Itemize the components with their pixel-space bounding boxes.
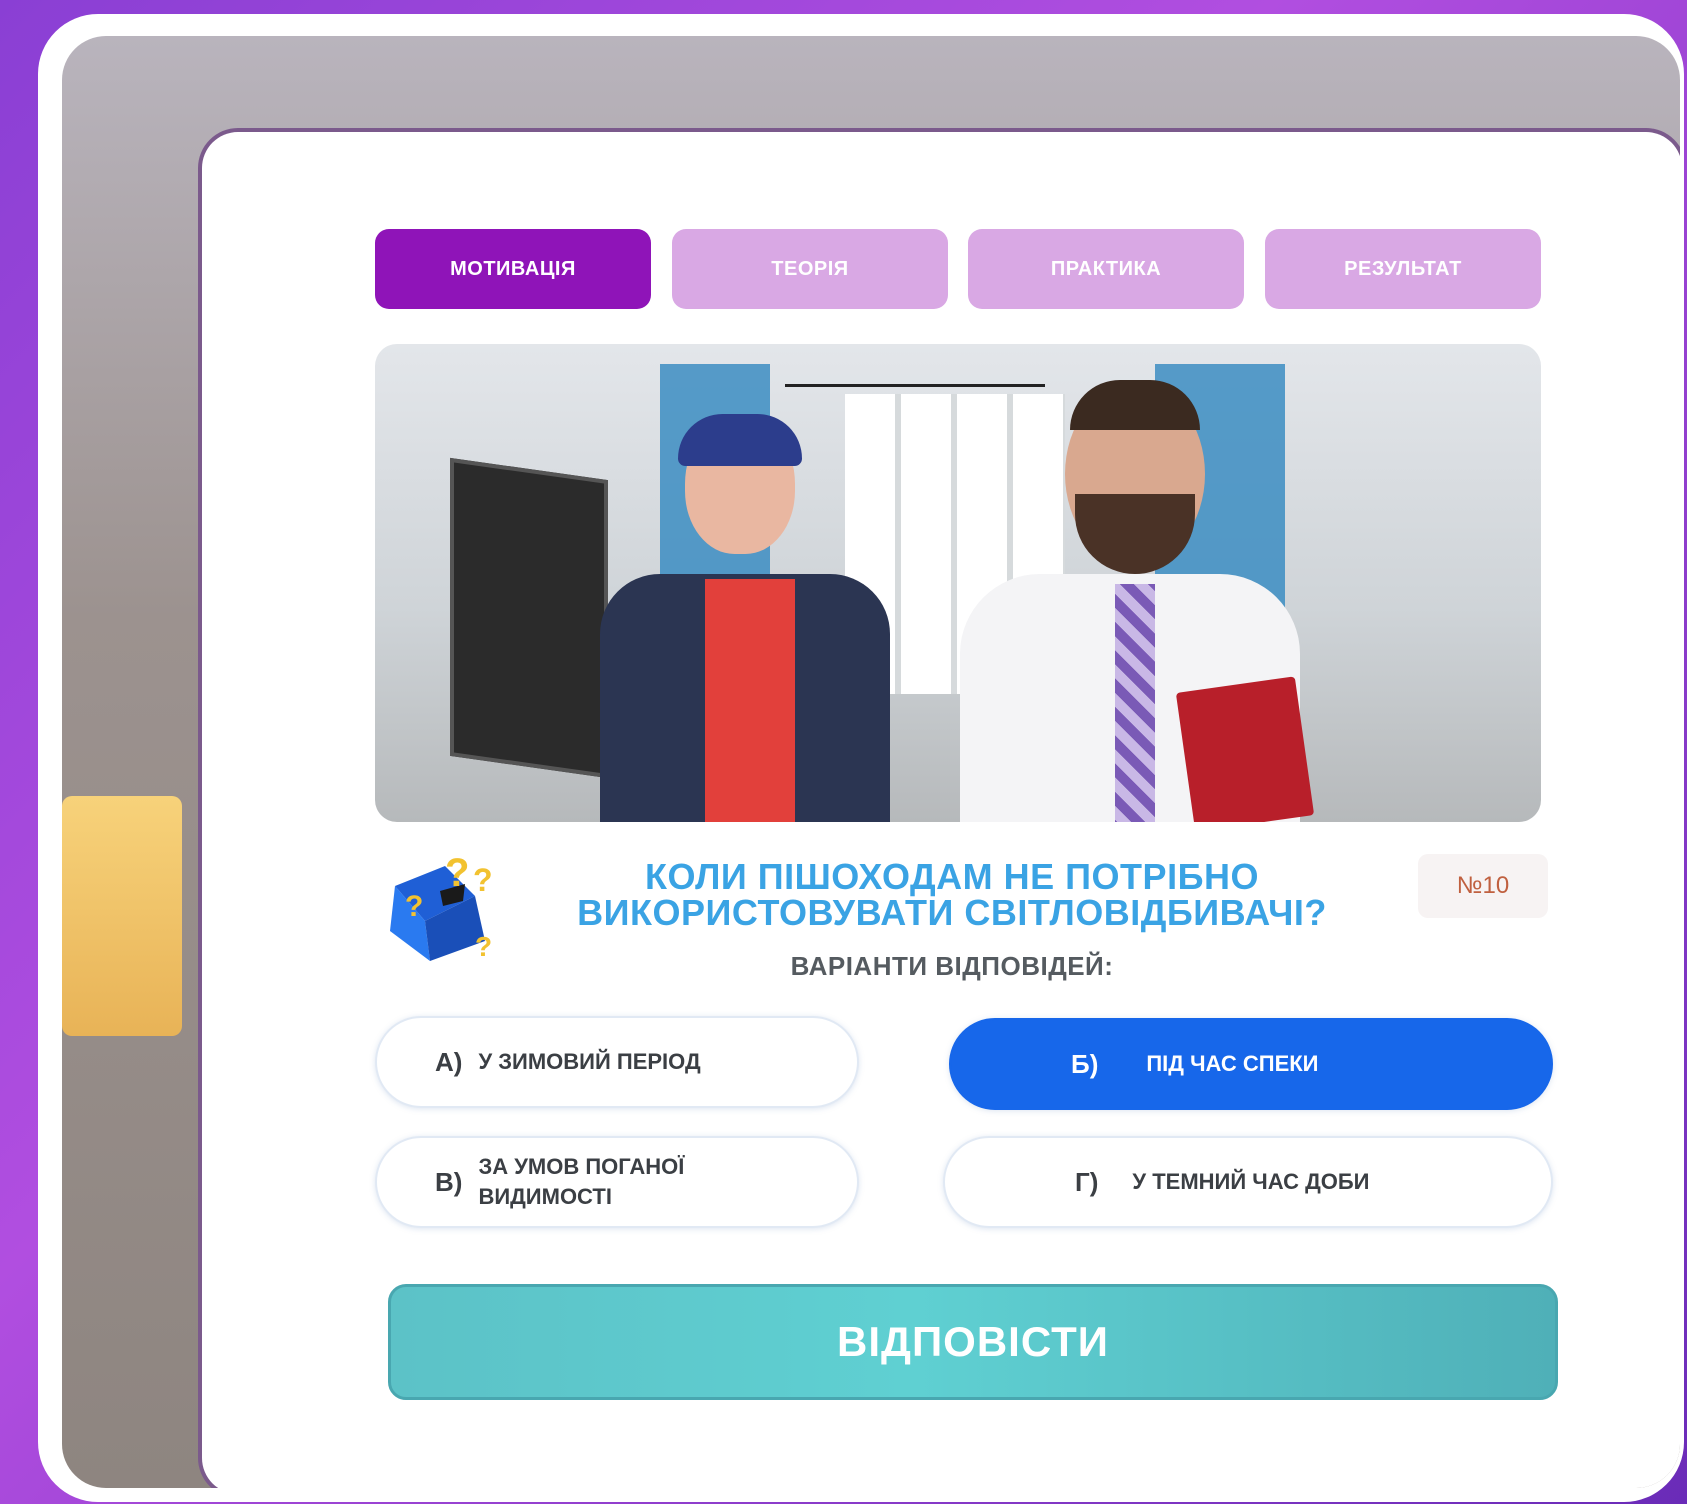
option-letter: Г) [1075,1166,1099,1197]
question-number-badge: №10 [1418,854,1548,918]
video-tv [450,457,608,779]
video-player[interactable] [375,344,1541,822]
option-text: ПІД ЧАС СПЕКИ [1146,1051,1319,1076]
tab-result[interactable]: РЕЗУЛЬТАТ [1265,229,1541,309]
video-chandelier [785,344,1045,387]
svg-text:?: ? [445,851,469,895]
option-text: ЗА УМОВ ПОГАНОЇ ВИДИМОСТІ [478,1152,684,1212]
option-letter: Б) [1071,1048,1099,1079]
background-scene: МОТИВАЦІЯ ТЕОРІЯ ПРАКТИКА РЕЗУЛЬТАТ ? ? … [62,36,1680,1488]
svg-text:?: ? [475,931,492,962]
option-text-line-2: ВИДИМОСТІ [478,1184,612,1209]
lesson-card: МОТИВАЦІЯ ТЕОРІЯ ПРАКТИКА РЕЗУЛЬТАТ ? ? … [202,132,1680,1488]
svg-text:?: ? [405,890,423,923]
submit-answer-button[interactable]: ВІДПОВІСТИ [388,1284,1558,1400]
video-person-left [590,414,890,822]
lesson-tabs: МОТИВАЦІЯ ТЕОРІЯ ПРАКТИКА РЕЗУЛЬТАТ [375,229,1541,309]
question-title: КОЛИ ПІШОХОДАМ НЕ ПОТРІБНО ВИКОРИСТОВУВА… [532,859,1372,931]
svg-text:?: ? [473,862,493,898]
option-text-line-1: ЗА УМОВ ПОГАНОЇ [478,1154,685,1179]
answer-option-g[interactable]: Г) У ТЕМНИЙ ЧАС ДОБИ [943,1136,1553,1228]
option-text: У ТЕМНИЙ ЧАС ДОБИ [1132,1169,1370,1194]
answer-variants-label: ВАРІАНТИ ВІДПОВІДЕЙ: [790,951,1114,981]
option-letter: В) [435,1166,463,1197]
video-person-right [960,380,1315,822]
question-line-2: ВИКОРИСТОВУВАТИ СВІТЛОВІДБИВАЧІ? [577,892,1327,933]
background-left-decor [62,796,182,1036]
option-letter: А) [435,1046,463,1077]
answer-option-a[interactable]: А) У ЗИМОВИЙ ПЕРІОД [375,1016,859,1108]
mystery-box-icon: ? ? ? ? [385,846,515,964]
answer-option-b[interactable]: Б) ПІД ЧАС СПЕКИ [949,1018,1553,1110]
answer-option-v[interactable]: В) ЗА УМОВ ПОГАНОЇ ВИДИМОСТІ [375,1136,859,1228]
tab-theory[interactable]: ТЕОРІЯ [672,229,948,309]
option-text: У ЗИМОВИЙ ПЕРІОД [478,1049,701,1074]
question-line-1: КОЛИ ПІШОХОДАМ НЕ ПОТРІБНО [645,856,1259,897]
tab-practice[interactable]: ПРАКТИКА [968,229,1244,309]
tab-motivation[interactable]: МОТИВАЦІЯ [375,229,651,309]
